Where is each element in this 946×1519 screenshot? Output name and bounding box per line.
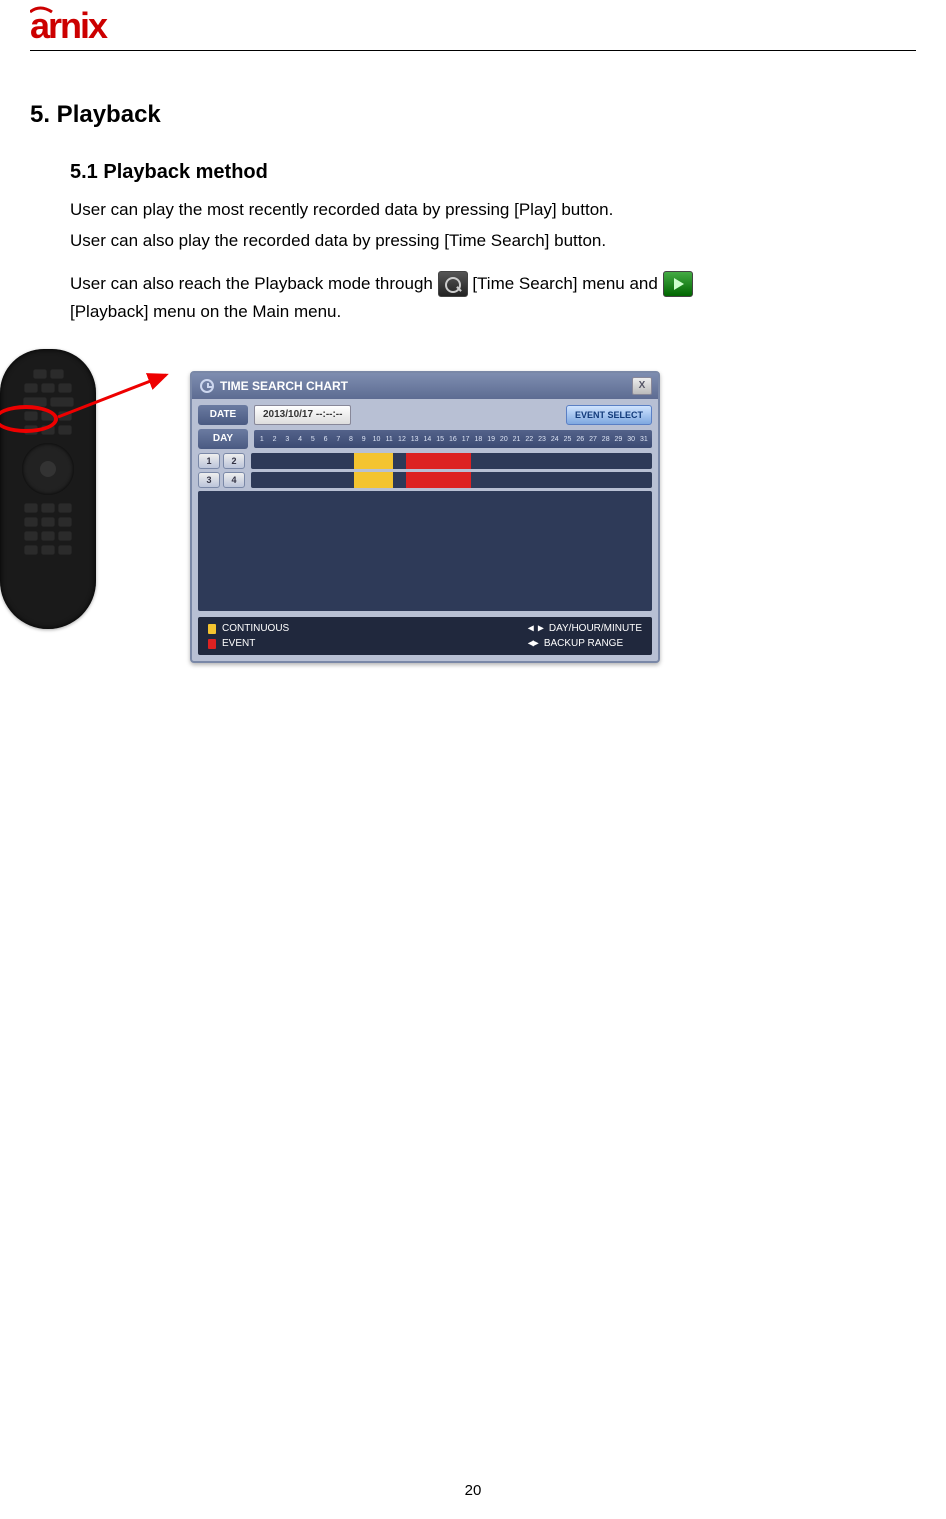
legend-event: EVENT: [222, 638, 255, 649]
channel-badge-3[interactable]: 3: [198, 472, 220, 488]
swatch-event: [208, 639, 216, 649]
remote-control-image: [0, 349, 96, 629]
legend-backup: BACKUP RANGE: [544, 638, 623, 649]
recording-tracks: [251, 453, 652, 488]
channel-badge-4[interactable]: 4: [223, 472, 245, 488]
date-value[interactable]: 2013/10/17 --:--:--: [254, 405, 351, 425]
chart-title-text: TIME SEARCH CHART: [220, 379, 348, 393]
close-button[interactable]: X: [632, 377, 652, 395]
channel-badge-1[interactable]: 1: [198, 453, 220, 469]
chart-legend: CONTINUOUS EVENT ◀ ▶ DAY/HOUR/MINUTE ◀▶ BA…: [198, 617, 652, 655]
para3-part-a: User can also reach the Playback mode th…: [70, 274, 438, 293]
brand-logo: arnix: [30, 0, 916, 50]
legend-dayhour: DAY/HOUR/MINUTE: [549, 623, 642, 634]
paragraph-2: User can also play the recorded data by …: [70, 227, 916, 254]
legend-continuous: CONTINUOUS: [222, 623, 289, 634]
subsection-heading: 5.1 Playback method: [70, 161, 916, 184]
chart-grid-area: [198, 491, 652, 611]
day-label: DAY: [198, 429, 248, 449]
swatch-continuous: [208, 624, 216, 634]
page-number: 20: [0, 1482, 946, 1499]
dayhour-symbol: ◀ ▶: [528, 623, 543, 634]
backup-symbol: ◀▶: [528, 638, 538, 649]
chart-title-bar: TIME SEARCH CHART: [192, 373, 658, 399]
time-search-chart-window: X TIME SEARCH CHART DATE 2013/10/17 --:-…: [190, 371, 660, 663]
date-label: DATE: [198, 405, 248, 425]
time-search-icon: [438, 271, 468, 297]
header-divider: [30, 50, 916, 51]
paragraph-3: User can also reach the Playback mode th…: [70, 270, 916, 325]
svg-text:arnix: arnix: [30, 6, 108, 46]
channel-badge-2[interactable]: 2: [223, 453, 245, 469]
paragraph-1: User can play the most recently recorded…: [70, 196, 916, 223]
playback-icon: [663, 271, 693, 297]
para3-part-c: [Playback] menu on the Main menu.: [70, 302, 341, 321]
event-select-button[interactable]: EVENT SELECT: [566, 405, 652, 425]
days-scale: 1234567891011121314151617181920212223242…: [254, 430, 652, 448]
section-heading: 5. Playback: [30, 101, 916, 129]
para3-part-b: [Time Search] menu and: [472, 274, 662, 293]
